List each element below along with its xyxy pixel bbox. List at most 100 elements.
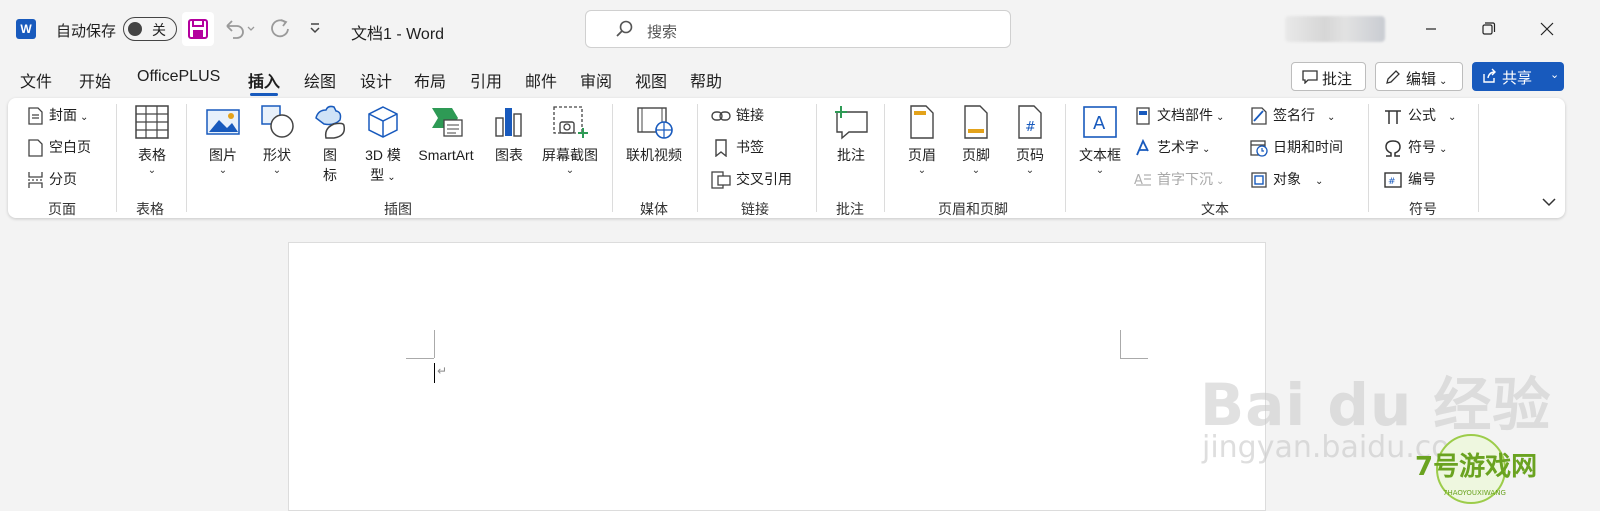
site-logo-text: 7号游戏网	[1415, 452, 1537, 482]
collapse-ribbon-button[interactable]	[1540, 195, 1558, 214]
chevron-down-icon: ⌄	[1448, 112, 1457, 123]
date-time-button[interactable]: 日期和时间	[1250, 135, 1343, 159]
wordart-button[interactable]: 艺术字 ⌄	[1134, 135, 1210, 159]
symbol-button[interactable]: 符号 ⌄	[1383, 135, 1447, 159]
quick-parts-icon	[1136, 107, 1150, 125]
chevron-down-icon: ⌄	[1439, 76, 1448, 87]
equation-label: 公式	[1408, 107, 1436, 123]
link-button[interactable]: 链接	[711, 103, 764, 127]
header-icon	[910, 105, 934, 139]
chevron-down-icon: ⌄	[1095, 165, 1105, 176]
minimize-button[interactable]	[1416, 15, 1446, 43]
icons-button[interactable]: 图 标	[310, 104, 350, 185]
margin-corner-mark	[1120, 330, 1121, 358]
group-separator	[1478, 104, 1479, 212]
close-button[interactable]	[1532, 15, 1562, 43]
signature-line-button[interactable]: 签名行 ⌄	[1250, 103, 1335, 127]
tab-help[interactable]: 帮助	[690, 68, 722, 92]
autosave-toggle[interactable]: 关	[123, 17, 177, 41]
site-logo-watermark: 7号游戏网 7HAOYOUXIWANG	[1373, 413, 1553, 511]
chevron-down-icon	[1542, 198, 1556, 207]
tab-design[interactable]: 设计	[360, 68, 392, 92]
redo-button[interactable]	[268, 17, 292, 46]
page-number-icon: #	[1018, 105, 1042, 139]
bookmark-button[interactable]: 书签	[711, 135, 764, 159]
group-separator	[1065, 104, 1066, 212]
3d-models-label-line2: 型 ⌄	[358, 165, 408, 188]
screenshot-icon	[553, 106, 588, 138]
screenshot-button[interactable]: 屏幕截图 ⌄	[538, 104, 602, 177]
link-label: 链接	[736, 107, 764, 123]
new-comment-icon	[835, 106, 868, 140]
tab-draw[interactable]: 绘图	[304, 68, 336, 92]
page-number-button[interactable]: # 页码 ⌄	[1007, 104, 1053, 177]
chevron-down-icon: ⌄	[1216, 176, 1225, 187]
chart-button[interactable]: 图表	[488, 104, 530, 165]
blank-page-button[interactable]: 空白页	[27, 135, 91, 159]
share-icon	[1483, 68, 1496, 83]
quick-parts-label: 文档部件	[1157, 107, 1213, 123]
text-box-button[interactable]: A 文本框 ⌄	[1075, 104, 1125, 177]
comments-button[interactable]: 批注	[1291, 62, 1366, 91]
search-box[interactable]: 搜索	[585, 10, 1011, 48]
user-account-blurred[interactable]	[1285, 16, 1385, 42]
table-button[interactable]: 表格 ⌄	[128, 104, 176, 177]
shapes-button[interactable]: 形状 ⌄	[254, 104, 300, 177]
bar-chart-icon	[495, 108, 522, 137]
restore-button[interactable]	[1473, 15, 1503, 43]
quick-parts-button[interactable]: 文档部件 ⌄	[1134, 103, 1224, 127]
new-comment-button[interactable]: 批注	[828, 104, 874, 165]
pictures-label: 图片	[209, 147, 237, 163]
cube-icon	[368, 106, 398, 138]
online-video-button[interactable]: 联机视频	[620, 104, 688, 165]
tab-review[interactable]: 审阅	[580, 68, 612, 92]
document-title: 文档1 - Word	[351, 26, 445, 43]
cover-page-button[interactable]: 封面 ⌄	[27, 103, 88, 127]
restore-icon	[1482, 22, 1496, 35]
3d-models-label-line2-text: 型	[370, 167, 385, 183]
customize-qat-button[interactable]	[307, 20, 323, 41]
tab-references[interactable]: 引用	[470, 68, 502, 92]
chevron-down-icon: ⌄	[565, 165, 575, 176]
group-label-links: 链接	[741, 201, 769, 217]
tab-file[interactable]: 文件	[20, 68, 52, 92]
3d-models-button[interactable]: 3D 模 型 ⌄	[358, 104, 408, 188]
save-button[interactable]	[182, 12, 214, 46]
chevron-down-icon: ⌄	[1202, 144, 1211, 155]
drop-cap-button[interactable]: A 首字下沉 ⌄	[1134, 167, 1224, 191]
online-video-icon	[637, 107, 673, 139]
tab-insert[interactable]: 插入	[248, 68, 280, 96]
svg-text:A: A	[1093, 113, 1106, 134]
page-break-button[interactable]: 分页	[27, 167, 77, 191]
text-cursor	[434, 363, 435, 383]
cross-reference-button[interactable]: 交叉引用	[711, 167, 792, 191]
save-icon	[188, 19, 208, 39]
svg-text:A: A	[1134, 173, 1143, 188]
svg-text:#: #	[1025, 120, 1036, 135]
number-button[interactable]: # 编号	[1383, 167, 1436, 191]
header-button[interactable]: 页眉 ⌄	[899, 104, 945, 177]
tab-officeplus[interactable]: OfficePLUS	[137, 68, 220, 86]
undo-button[interactable]	[222, 17, 256, 46]
object-button[interactable]: 对象 ⌄	[1250, 167, 1323, 191]
chevron-down-icon: ⌄	[1216, 112, 1225, 123]
tab-view[interactable]: 视图	[635, 68, 667, 92]
chevron-down-icon: ⌄	[1315, 176, 1324, 187]
tab-home[interactable]: 开始	[79, 68, 111, 92]
footer-button[interactable]: 页脚 ⌄	[953, 104, 999, 177]
editing-mode-button[interactable]: 编辑 ⌄	[1375, 62, 1463, 91]
bookmark-icon	[715, 139, 727, 158]
smartart-button[interactable]: SmartArt	[412, 104, 480, 165]
wordart-label: 艺术字	[1157, 139, 1199, 155]
paragraph-mark: ↵	[437, 364, 448, 378]
tab-mailings[interactable]: 邮件	[525, 68, 557, 92]
object-icon	[1251, 172, 1267, 188]
pictures-button[interactable]: 图片 ⌄	[200, 104, 246, 177]
comment-icon	[1302, 70, 1318, 84]
tab-layout[interactable]: 布局	[414, 68, 446, 92]
equation-button[interactable]: 公式 ⌄	[1383, 103, 1456, 127]
pi-icon	[1385, 110, 1401, 125]
group-separator	[816, 104, 817, 212]
share-button[interactable]: 共享 ⌄	[1472, 62, 1564, 91]
text-box-icon: A	[1083, 106, 1117, 138]
